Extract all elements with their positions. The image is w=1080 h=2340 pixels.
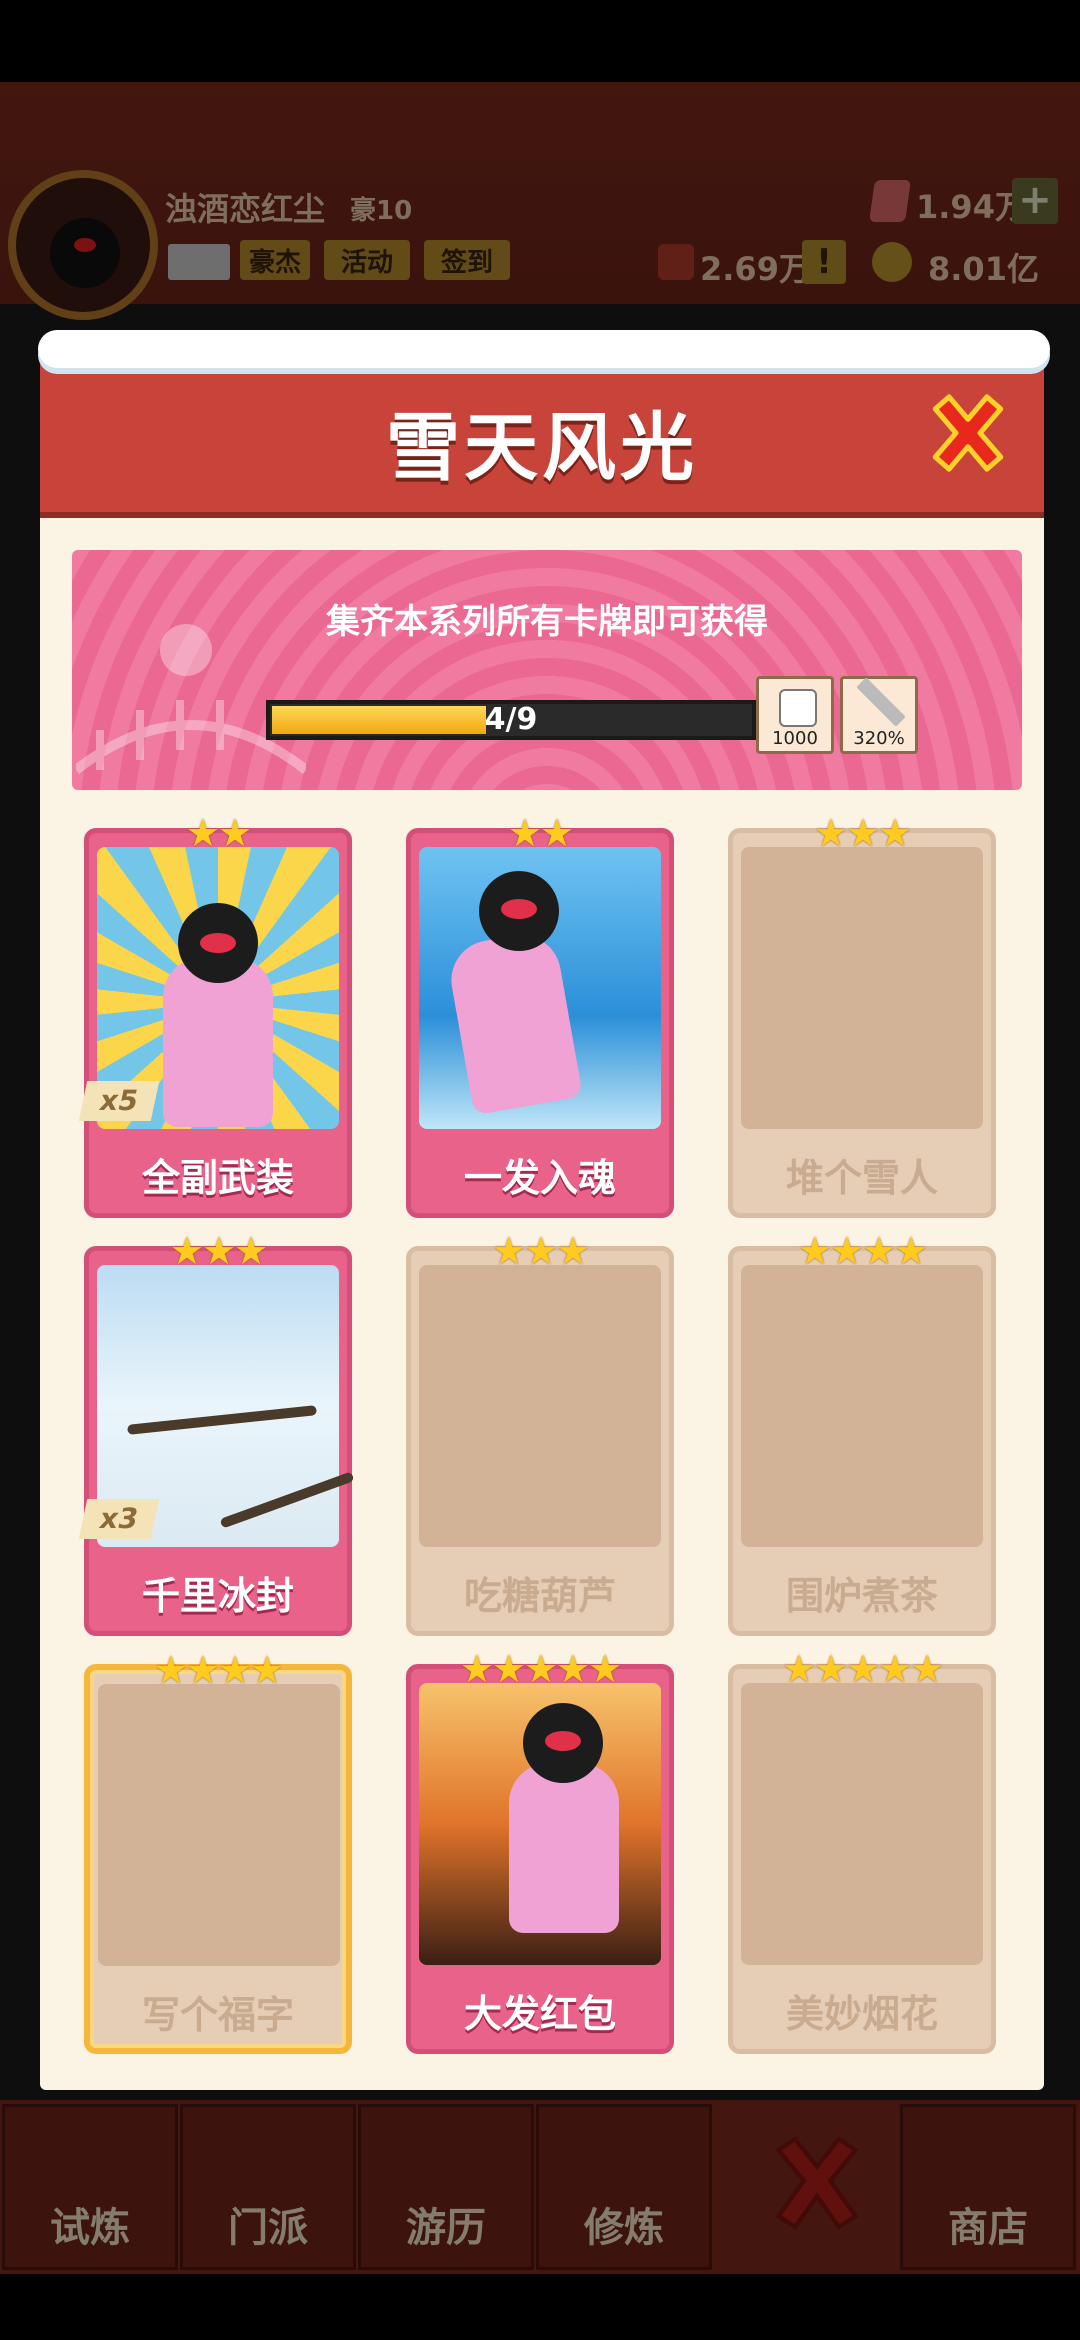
card-2[interactable]: ★★ 一发入魂 <box>406 811 674 1218</box>
reward-condition-text: 集齐本系列所有卡牌即可获得 <box>326 602 768 642</box>
card-art-locked <box>98 1684 340 1966</box>
dialog-title: 雪天风光 <box>386 405 698 491</box>
card-stars: ★★★★ <box>797 1229 928 1273</box>
reward-dice[interactable]: 1000 <box>756 676 834 754</box>
character-mask <box>501 899 537 919</box>
card-art-locked <box>741 847 983 1129</box>
snow-decoration <box>38 330 1050 368</box>
card-1[interactable]: ★★ x5 全副武装 <box>78 811 352 1218</box>
card-5[interactable]: ★★★ 吃糖葫芦 <box>406 1229 674 1636</box>
card-stars: ★★★ <box>169 1229 268 1273</box>
character-figure <box>445 928 583 1116</box>
card-name: 大发红包 <box>463 1992 616 2036</box>
card-6[interactable]: ★★★★ 围炉煮茶 <box>728 1229 996 1636</box>
card-name: 美妙烟花 <box>785 1992 938 2036</box>
progress-text: 4/9 <box>484 702 538 737</box>
card-name: 堆个雪人 <box>785 1156 938 1200</box>
card-9[interactable]: ★★★★★ 美妙烟花 <box>728 1647 996 2054</box>
card-art <box>419 847 661 1129</box>
close-icon[interactable] <box>925 388 1011 478</box>
character-mask <box>545 1731 581 1751</box>
card-name: 写个福字 <box>141 1993 294 2037</box>
card-4[interactable]: ★★★ x3 千里冰封 <box>78 1229 355 1636</box>
card-art-locked <box>741 1265 983 1547</box>
card-stars: ★★★ <box>491 1229 590 1273</box>
card-stars: ★★ <box>507 811 574 855</box>
reward-sword[interactable]: 320% <box>840 676 918 754</box>
card-stars: ★★★★★ <box>459 1647 622 1691</box>
card-name: 围炉煮茶 <box>785 1574 938 1618</box>
card-count: x3 <box>78 1499 160 1539</box>
reward-dice-value: 1000 <box>772 728 818 749</box>
card-art <box>419 1683 661 1965</box>
card-stars: ★★★ <box>813 811 912 855</box>
card-stars: ★★ <box>185 811 252 855</box>
card-stars: ★★★★ <box>153 1648 284 1692</box>
card-7[interactable]: ★★★★ 写个福字 <box>84 1648 352 2054</box>
card-name: 全副武装 <box>141 1156 294 1200</box>
card-count: x5 <box>78 1081 160 1121</box>
reward-sword-value: 320% <box>853 728 905 749</box>
card-name: 吃糖葫芦 <box>463 1574 616 1618</box>
card-3[interactable]: ★★★ 堆个雪人 <box>728 811 996 1218</box>
dice-icon <box>779 689 817 727</box>
sword-icon <box>856 677 906 727</box>
card-8[interactable]: ★★★★★ 大发红包 <box>406 1647 674 2054</box>
character-mask <box>200 933 236 953</box>
card-name: 千里冰封 <box>141 1574 294 1618</box>
character-figure <box>509 1763 619 1933</box>
card-name: 一发入魂 <box>463 1156 616 1200</box>
card-art-locked <box>419 1265 661 1547</box>
card-stars: ★★★★★ <box>781 1647 944 1691</box>
fence <box>219 1471 355 1529</box>
bridge <box>126 1405 318 1435</box>
card-art-locked <box>741 1683 983 1965</box>
